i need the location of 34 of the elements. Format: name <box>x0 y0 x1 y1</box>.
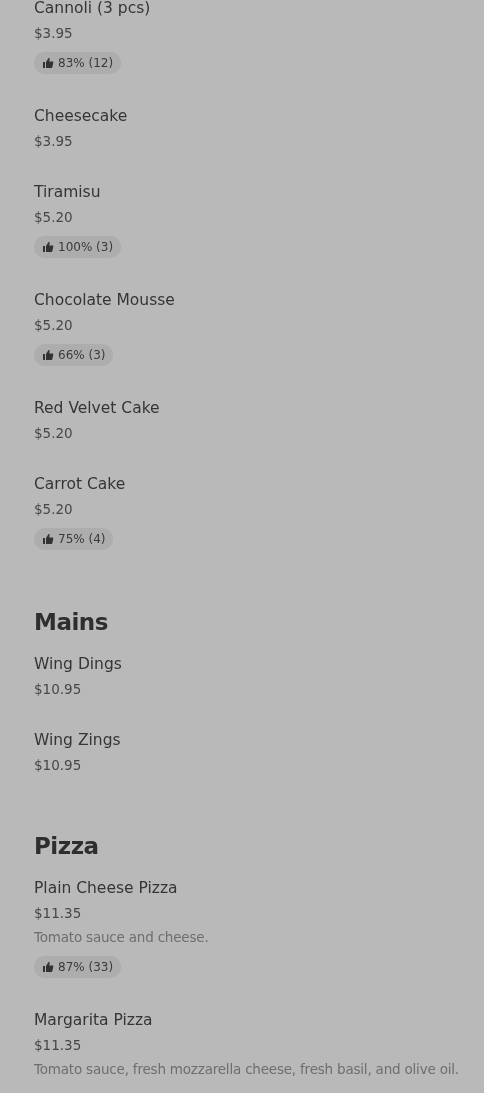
item-name[interactable]: Chocolate Mousse <box>34 290 175 310</box>
item-name[interactable]: Cheesecake <box>34 106 128 126</box>
item-description: Tomato sauce, fresh mozzarella cheese, fresh basil, and olive oil. <box>34 1060 459 1078</box>
item-name[interactable]: Carrot Cake <box>34 474 126 494</box>
item-price: $5.20 <box>34 500 73 518</box>
item-name[interactable]: Red Velvet Cake <box>34 398 160 418</box>
section-heading: Mains <box>34 608 108 637</box>
rating-text: 75% (4) <box>58 532 106 546</box>
thumbs-up-icon <box>42 241 54 253</box>
item-description: Tomato sauce and cheese. <box>34 928 209 946</box>
thumbs-up-icon <box>42 57 54 69</box>
section-heading: Pizza <box>34 832 99 861</box>
item-price: $5.20 <box>34 424 73 442</box>
rating-text: 66% (3) <box>58 348 106 362</box>
thumbs-up-icon <box>42 349 54 361</box>
item-price: $11.35 <box>34 904 82 922</box>
item-price: $3.95 <box>34 24 73 42</box>
item-price: $5.20 <box>34 208 73 226</box>
thumbs-up-icon <box>42 533 54 545</box>
item-name[interactable]: Wing Zings <box>34 730 121 750</box>
item-name[interactable]: Tiramisu <box>34 182 101 202</box>
thumbs-up-icon <box>42 961 54 973</box>
item-price: $5.20 <box>34 316 73 334</box>
item-name[interactable]: Margarita Pizza <box>34 1010 153 1030</box>
item-name[interactable]: Wing Dings <box>34 654 122 674</box>
item-price: $10.95 <box>34 680 82 698</box>
item-price: $11.35 <box>34 1036 82 1054</box>
rating-text: 100% (3) <box>58 240 114 254</box>
rating-text: 87% (33) <box>58 960 114 974</box>
item-name[interactable]: Cannoli (3 pcs) <box>34 0 151 18</box>
item-price: $3.95 <box>34 132 73 150</box>
rating-text: 83% (12) <box>58 56 114 70</box>
item-name[interactable]: Plain Cheese Pizza <box>34 878 178 898</box>
item-price: $10.95 <box>34 756 82 774</box>
